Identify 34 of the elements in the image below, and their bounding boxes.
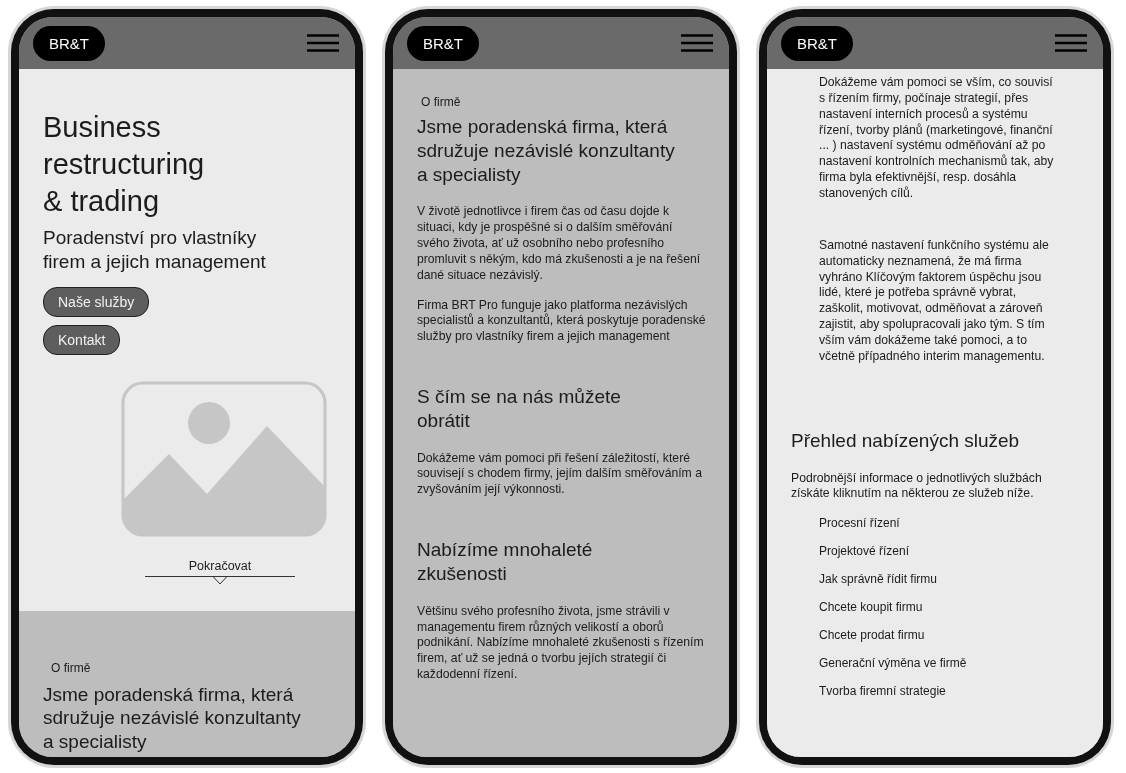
paragraph: Firma BRT Pro funguje jako platforma nezávislých specialistů a konzultantů, která poskytuje poradenské služby pro vlastníky firem a jejich management — [417, 297, 707, 346]
image-placeholder-icon — [121, 380, 327, 537]
section-heading: Jsme poradenská firma, která sdružuje nezávislé konzultanty a specialisty — [43, 682, 301, 754]
paragraph: Dokážeme vám pomoci při řešení záležitostí, které souvisejí s chodem firmy, jejím dalším směřováním a zvyšováním její výkonnosti. — [417, 450, 703, 499]
logo[interactable]: BR&T — [33, 25, 105, 61]
paragraph: Dokážeme vám pomoci se vším, co souvisí s řízením firmy, počínaje strategií, přes nastavení interních procesů a systému řízení, tvorby plánů (marketingové, finanční ... ) nastavení systému odměňování až po nastavení kontrolních mechanismů tak, aby firma byla efektivnější, resp. dosáhla stanovených cílů. — [819, 75, 1055, 202]
hero-subtitle: Poradenství pro vlastníky firem a jejich management — [43, 226, 266, 275]
paragraph: Většinu svého profesního života, jsme strávili v managementu firem různých velikostí a oborů podnikání. Nabízíme mnohaleté zkušenosti s řízením firem, ať už se jedná o tvorbu jejích strategií či každodenní řízení. — [417, 603, 705, 683]
paragraph: Podrobnější informace o jednotlivých službách získáte kliknutím na některou ze služeb níže. — [791, 470, 1043, 503]
hero-title: Business restructuring & trading — [43, 110, 205, 220]
section-label: O firmě — [421, 95, 461, 109]
section-heading: S čím se na nás můžete obrátit — [417, 385, 621, 433]
section-heading: Jsme poradenská firma, která sdružuje nezávislé konzultanty a specialisty — [417, 115, 675, 187]
pill-button[interactable]: Naše služby — [43, 286, 150, 317]
logo[interactable]: BR&T — [781, 25, 853, 61]
section-heading: Přehled nabízených služeb — [791, 428, 1020, 453]
paragraph: Samotné nastavení funkčního systému ale automaticky neznamená, že má firma vyhráno Klíčovým faktorem úspěchu jsou lidé, které je potřeba správně vybrat, zaškolit, motivovat, odměňovat a zároveň zajistit, aby spolupracovali jako tým. S tím vším vám dokážeme také pomoci, a to včetně případného interim managementu. — [819, 237, 1050, 365]
service-link[interactable]: Chcete koupit firmu — [819, 600, 923, 615]
menu-icon[interactable] — [681, 34, 713, 52]
service-link[interactable]: Tvorba firemní strategie — [819, 684, 946, 699]
service-link[interactable]: Jak správně řídit firmu — [819, 572, 938, 587]
section-label: O firmě — [51, 660, 91, 675]
service-link[interactable]: Projektové řízení — [819, 544, 910, 559]
triangle-down-icon — [212, 575, 228, 585]
pill-button[interactable]: Kontakt — [43, 324, 121, 355]
service-link[interactable]: Procesní řízení — [819, 516, 900, 531]
paragraph: V životě jednotlivce i firem čas od času dojde k situaci, kdy je prospěšné si o dalším směřování svého života, ať už osobního nebo profesního promluvit s někým, kdo má zkušenosti a je na řešení dané situace nezávislý. — [417, 204, 702, 284]
service-link[interactable]: Generační výměna ve firmě — [819, 656, 967, 671]
continue-link[interactable]: Pokračovat — [144, 558, 296, 577]
menu-icon[interactable] — [307, 34, 339, 52]
menu-icon[interactable] — [1055, 34, 1087, 52]
service-link[interactable]: Chcete prodat firmu — [819, 628, 925, 643]
logo[interactable]: BR&T — [407, 25, 479, 61]
section-heading: Nabízíme mnohaleté zkušenosti — [417, 538, 593, 586]
